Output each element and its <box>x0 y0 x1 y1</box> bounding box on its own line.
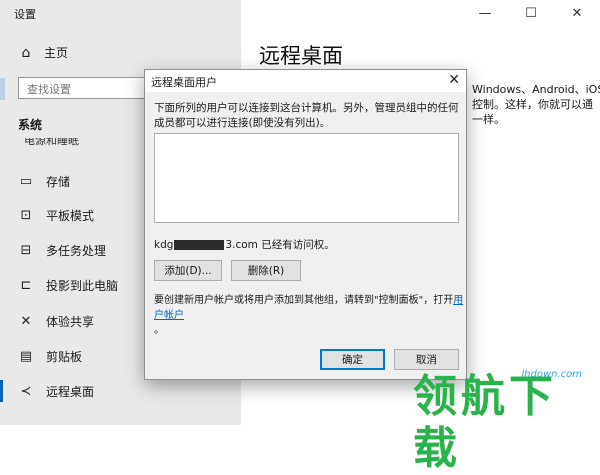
background-window-edge <box>0 78 5 100</box>
project-icon: ⊏ <box>20 277 32 293</box>
minimize-button[interactable]: — <box>462 0 508 26</box>
sidebar-item-label: 多任务处理 <box>46 243 107 258</box>
sidebar-home-label: 主页 <box>44 46 69 60</box>
window-controls: — ☐ ✕ <box>462 0 600 26</box>
description-line-3: 一样。 <box>472 113 505 126</box>
users-listbox[interactable] <box>154 133 459 223</box>
sidebar-home[interactable]: ⌂ 主页 <box>18 44 68 61</box>
storage-icon: ▭ <box>19 173 33 189</box>
ok-button[interactable]: 确定 <box>320 349 385 370</box>
watermark-logo: 领航下载 <box>413 371 557 474</box>
tablet-mode-icon: ⊡ <box>20 207 32 223</box>
home-icon: ⌂ <box>21 44 31 61</box>
active-indicator <box>0 380 3 402</box>
add-button[interactable]: 添加(D)... <box>154 260 222 281</box>
note-end: 。 <box>154 325 164 336</box>
dialog-titlebar: 远程桌面用户 ✕ <box>145 70 466 92</box>
sidebar-item-remote-desktop[interactable]: ≺ 远程桌面 <box>18 380 238 402</box>
window-title: 设置 <box>14 8 36 21</box>
remove-button[interactable]: 删除(R) <box>231 260 301 281</box>
maximize-button[interactable]: ☐ <box>508 0 554 26</box>
sidebar-item-cut-label: 电源和睡眠 <box>24 138 79 147</box>
clipboard-icon: ▤ <box>19 348 33 364</box>
description-line-2: 控制。这样，你就可以通 <box>472 98 593 111</box>
remote-desktop-users-dialog: 远程桌面用户 ✕ 下面所列的用户可以连接到这台计算机。另外，管理员组中的任何成员… <box>144 69 467 380</box>
dialog-note: 要创建新用户帐户或将用户添加到其他组，请转到"控制面板"，打开用户帐户 。 <box>154 293 464 338</box>
shared-experiences-icon: ✕ <box>20 313 32 329</box>
dialog-intro-text: 下面所列的用户可以连接到这台计算机。另外，管理员组中的任何成员都可以进行连接(即… <box>154 102 459 129</box>
section-title: 系统 <box>18 118 43 132</box>
dialog-title: 远程桌面用户 <box>151 76 217 89</box>
multitasking-icon: ⊟ <box>20 242 32 258</box>
remote-desktop-icon: ≺ <box>20 383 32 399</box>
access-user-prefix: kdg <box>154 239 174 251</box>
description-line-1: Windows、Android、iOS <box>472 83 600 96</box>
access-user-suffix: 3.com 已经有访问权。 <box>225 239 335 251</box>
sidebar-item-label: 投影到此电脑 <box>46 278 119 293</box>
cancel-button[interactable]: 取消 <box>394 349 459 370</box>
access-status: kdg 3.com 已经有访问权。 <box>154 237 335 252</box>
sidebar-item-label: 剪贴板 <box>46 349 83 364</box>
sidebar-item-label: 远程桌面 <box>46 384 95 399</box>
close-button[interactable]: ✕ <box>554 0 600 26</box>
redacted-block <box>174 240 225 250</box>
sidebar-item-label: 体验共享 <box>46 314 95 329</box>
sidebar-item-cut[interactable]: 电源和睡眠 <box>24 138 144 148</box>
sidebar-item-label: 存储 <box>46 174 71 189</box>
sidebar-item-label: 平板模式 <box>46 208 95 223</box>
page-title: 远程桌面 <box>259 44 343 68</box>
note-text: 要创建新用户帐户或将用户添加到其他组，请转到"控制面板"，打开 <box>154 295 454 306</box>
dialog-close-icon[interactable]: ✕ <box>448 72 460 88</box>
